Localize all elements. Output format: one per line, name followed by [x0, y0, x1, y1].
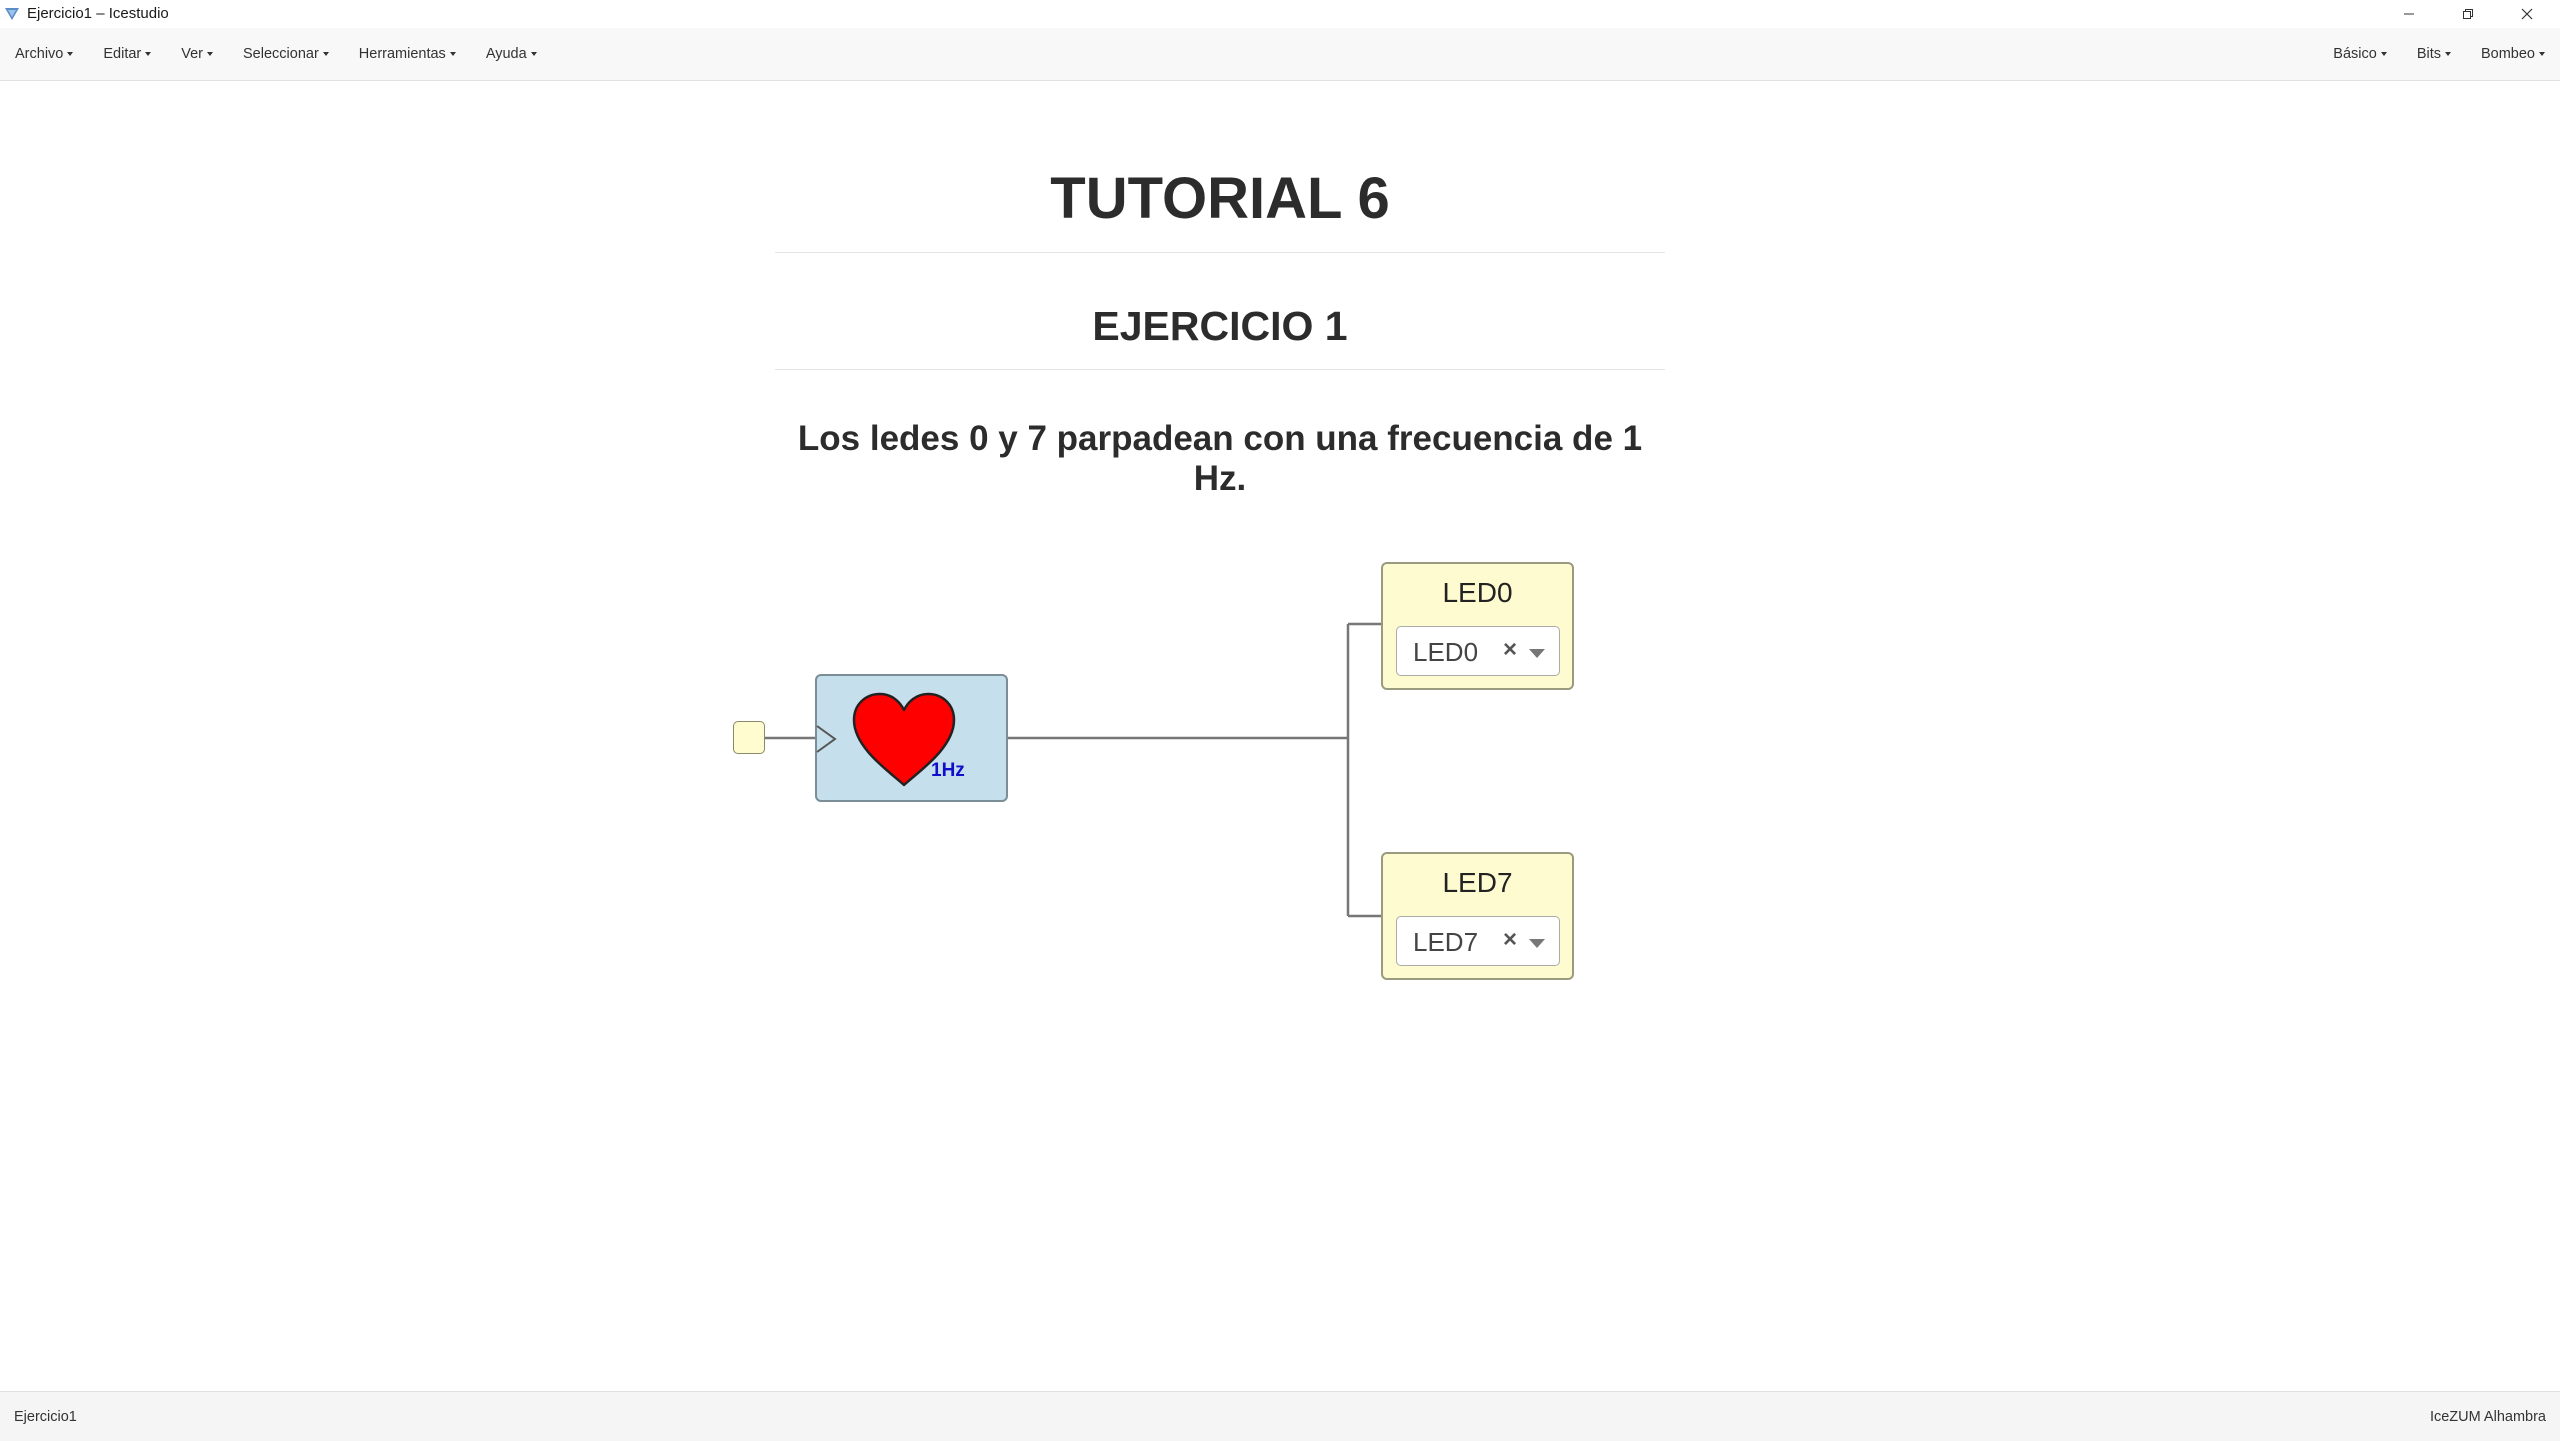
close-button[interactable] [2498, 0, 2556, 28]
caret-down-icon [145, 52, 152, 56]
caret-down-icon [2444, 52, 2451, 56]
menu-archivo[interactable]: Archivo [0, 28, 88, 80]
caret-down-icon [2380, 52, 2387, 56]
minimize-icon [2404, 13, 2414, 15]
chevron-down-icon[interactable] [1529, 939, 1545, 948]
caret-down-icon [207, 52, 214, 56]
select-value: LED0 [1413, 637, 1479, 667]
caret-down-icon [67, 52, 74, 56]
heartbeat-clock-block[interactable]: 1Hz [815, 674, 1008, 802]
select-value: LED7 [1413, 927, 1479, 957]
restore-icon [2463, 9, 2473, 19]
caret-down-icon [322, 52, 329, 56]
clock-input-arrow-icon [816, 725, 837, 753]
clear-icon[interactable]: × [1503, 636, 1517, 664]
menu-bombeo[interactable]: Bombeo [2466, 28, 2560, 80]
menu-herramientas[interactable]: Herramientas [344, 28, 471, 80]
icestudio-logo-icon [5, 8, 19, 20]
caret-down-icon [530, 52, 537, 56]
led-block-title: LED0 [1442, 577, 1513, 608]
caret-down-icon [2539, 52, 2545, 56]
window-titlebar: Ejercicio1 – Icestudio [0, 0, 2560, 28]
led0-output-block[interactable]: LED0 LED0 × [1381, 562, 1574, 690]
window-title: Ejercicio1 – Icestudio [27, 5, 169, 22]
minimize-button[interactable] [2380, 0, 2438, 28]
clear-icon[interactable]: × [1503, 926, 1517, 954]
led7-pin-select[interactable]: LED7 × [1396, 916, 1560, 966]
led-block-title: LED7 [1442, 867, 1513, 898]
led7-output-block[interactable]: LED7 LED7 × [1381, 852, 1574, 980]
menubar-left: Archivo Editar Ver Seleccionar Herramien… [0, 28, 552, 80]
input-port[interactable] [733, 721, 765, 754]
caret-down-icon [449, 52, 456, 56]
menu-seleccionar[interactable]: Seleccionar [228, 28, 344, 80]
statusbar: Ejercicio1 IceZUM Alhambra [0, 1391, 2560, 1441]
project-name: Ejercicio1 [14, 1409, 77, 1425]
design-canvas[interactable]: TUTORIAL 6 EJERCICIO 1 Los ledes 0 y 7 p… [0, 81, 2560, 1391]
menu-editar[interactable]: Editar [88, 28, 166, 80]
menu-bits[interactable]: Bits [2402, 28, 2466, 80]
clock-frequency-label: 1Hz [931, 760, 965, 781]
wires-layer [765, 622, 1381, 918]
led0-pin-select[interactable]: LED0 × [1396, 626, 1560, 676]
restore-button[interactable] [2439, 0, 2497, 28]
menubar: Archivo Editar Ver Seleccionar Herramien… [0, 28, 2560, 81]
close-icon [2521, 8, 2533, 20]
menu-ver[interactable]: Ver [166, 28, 228, 80]
chevron-down-icon[interactable] [1529, 649, 1545, 658]
board-name: IceZUM Alhambra [2429, 1409, 2546, 1425]
menu-basico[interactable]: Básico [2318, 28, 2402, 80]
menu-ayuda[interactable]: Ayuda [471, 28, 552, 80]
menubar-right: Básico Bits Bombeo [2318, 28, 2560, 80]
